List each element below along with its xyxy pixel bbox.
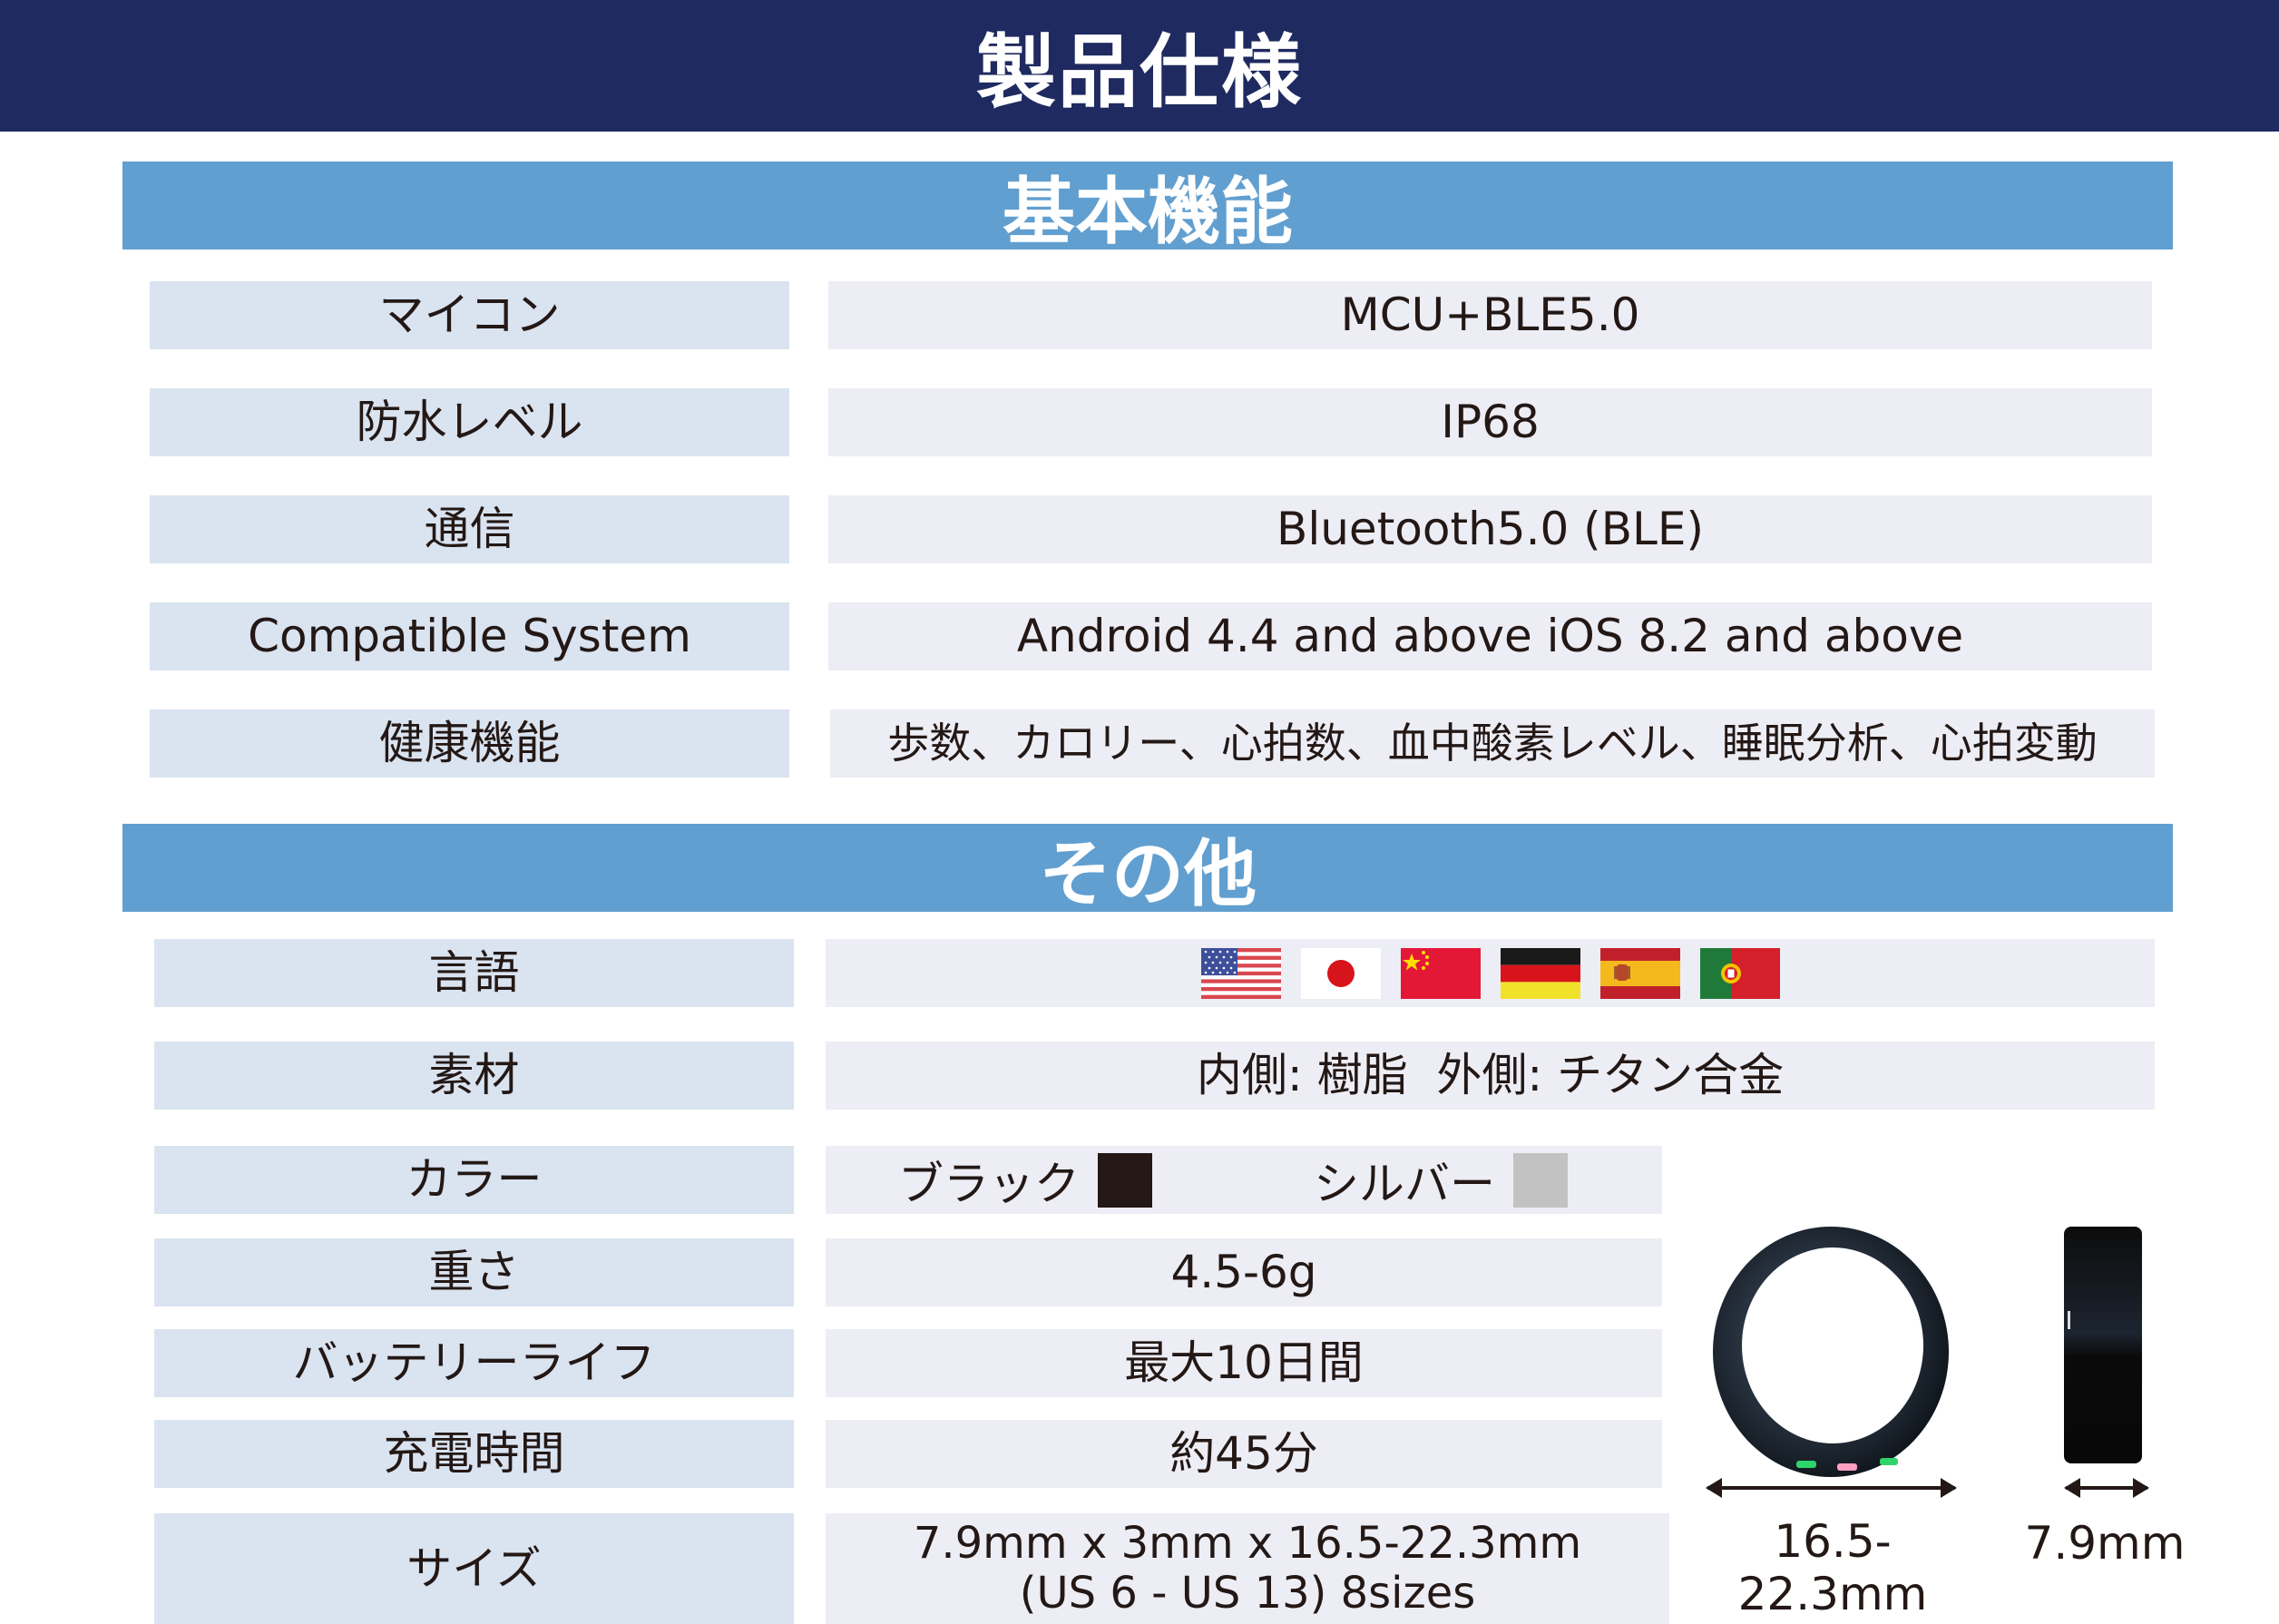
- front-dimension-label: 16.5-22.3mm: [1737, 1515, 1928, 1620]
- spec-value-waterproof: IP68: [828, 388, 2152, 456]
- spec-label-weight: 重さ: [154, 1238, 794, 1306]
- spec-value-health-functions: 歩数、カロリー、心拍数、血中酸素レベル、睡眠分析、心拍変動: [830, 709, 2155, 778]
- color-name: シルバー: [1314, 1157, 1495, 1210]
- spec-value-material: 内側: 樹脂 外側: チタン合金: [826, 1042, 2155, 1110]
- size-dimensions: 7.9mm x 3mm x 16.5-22.3mm: [913, 1517, 1582, 1569]
- ring-front-image: [1706, 1220, 1955, 1483]
- spec-label-charging-time: 充電時間: [154, 1420, 794, 1488]
- spec-value-compatible-system: Android 4.4 and above iOS 8.2 and above: [828, 602, 2152, 670]
- spec-label-material: 素材: [154, 1042, 794, 1110]
- section-title: その他: [1039, 831, 1257, 916]
- spec-value-battery-life: 最大10日間: [826, 1329, 1662, 1397]
- ring-side-image: [2062, 1225, 2144, 1465]
- spec-value-color: ブラック シルバー: [826, 1146, 1662, 1214]
- page-header: 製品仕様: [0, 0, 2279, 132]
- black-swatch-icon: [1098, 1152, 1152, 1208]
- spec-label-health-functions: 健康機能: [150, 709, 789, 778]
- spec-label-size: サイズ: [154, 1513, 794, 1624]
- spec-label-color: カラー: [154, 1146, 794, 1214]
- spec-value-size: 7.9mm x 3mm x 16.5-22.3mm (US 6 - US 13)…: [826, 1513, 1669, 1624]
- silver-swatch-icon: [1513, 1152, 1568, 1208]
- spec-value-languages: [826, 939, 2155, 1007]
- spec-value-communication: Bluetooth5.0 (BLE): [828, 495, 2152, 563]
- size-range: (US 6 - US 13) 8sizes: [1019, 1568, 1476, 1619]
- section-basic-functions-header: 基本機能: [122, 161, 2173, 254]
- spec-value-mcu: MCU+BLE5.0: [828, 281, 2152, 349]
- side-dimension-label: 7.9mm: [2024, 1517, 2186, 1570]
- page-title: 製品仕様: [975, 25, 1303, 119]
- section-title: 基本機能: [1003, 169, 1293, 254]
- section-other-header: その他: [122, 824, 2173, 916]
- spec-value-weight: 4.5-6g: [826, 1238, 1662, 1306]
- color-option-silver: シルバー: [1314, 1146, 1568, 1214]
- side-dimension-arrow-icon: [2064, 1478, 2149, 1498]
- color-option-black: ブラック: [898, 1146, 1152, 1214]
- portugal-flag-icon: [1699, 947, 1780, 999]
- spec-label-languages: 言語: [154, 939, 794, 1007]
- spec-label-communication: 通信: [150, 495, 789, 563]
- spec-label-mcu: マイコン: [150, 281, 789, 349]
- spec-label-waterproof: 防水レベル: [150, 388, 789, 456]
- spec-label-compatible-system: Compatible System: [150, 602, 789, 670]
- germany-flag-icon: [1500, 947, 1580, 999]
- spain-flag-icon: [1599, 947, 1680, 999]
- spec-value-charging-time: 約45分: [826, 1420, 1662, 1488]
- language-flags: [1200, 947, 1780, 999]
- spec-label-battery-life: バッテリーライフ: [154, 1329, 794, 1397]
- japan-flag-icon: [1300, 947, 1381, 999]
- front-dimension-arrow-icon: [1706, 1478, 1957, 1498]
- china-flag-icon: [1400, 947, 1481, 999]
- us-flag-icon: [1200, 947, 1281, 999]
- color-name: ブラック: [898, 1157, 1080, 1210]
